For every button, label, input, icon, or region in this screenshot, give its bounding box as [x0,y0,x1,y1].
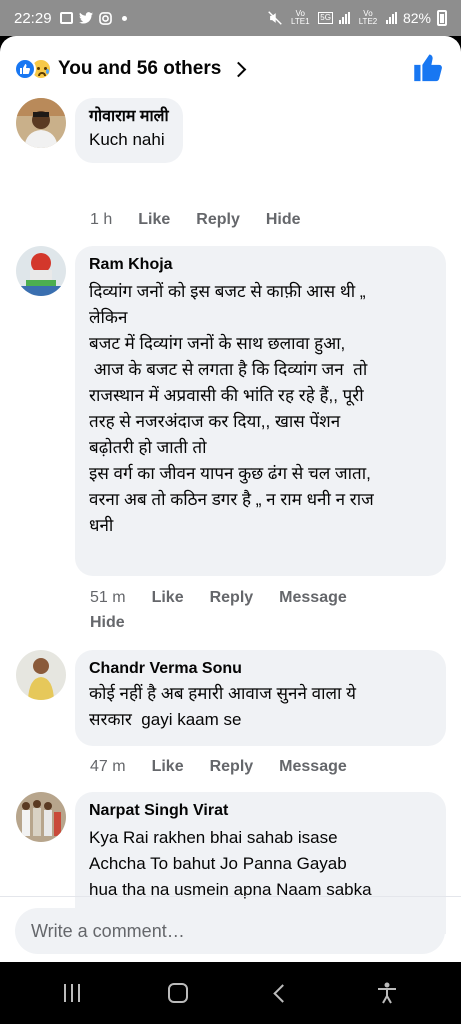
home-icon[interactable] [168,983,188,1003]
instagram-icon [98,11,112,25]
battery-icon [437,10,447,26]
signal-1-icon [338,12,350,24]
avatar[interactable] [16,650,66,700]
comment-author[interactable]: Narpat Singh Virat [89,801,432,821]
comment-actions: 1 h Like Reply Hide [90,211,301,229]
twitter-icon [78,12,93,24]
avatar[interactable] [16,98,66,148]
comment-text-line: इस वर्ग का जीवन यापन कुछ ढंग से चल जाता, [89,464,371,483]
comment-text-line: बजट में दिव्यांग जनों के साथ छलावा हुआ, [89,334,346,353]
comment-text-line: आज के बजट से लगता है कि दिव्यांग जन तो [89,360,368,379]
comment-text-line: वरना अब तो कठिन डगर है „ न राम धनी न राज [89,490,374,509]
comment-actions: 51 m Like Reply Message [90,589,347,607]
comment-text-line: लेकिन [89,308,128,327]
comment-text-line: धनी [89,516,114,535]
comment-text: Kuch nahi [89,130,165,149]
message-button[interactable]: Message [279,589,347,607]
avatar[interactable] [16,792,66,842]
like-button[interactable]: Like [138,211,170,229]
reply-button[interactable]: Reply [210,589,254,607]
like-button[interactable]: Like [152,589,184,607]
comment-time[interactable]: 51 m [90,589,126,607]
comment-text-line: बढ़ोतरी हो जाती तो [89,438,207,457]
mute-icon [268,11,283,25]
accessibility-icon[interactable] [377,982,397,1004]
status-bar: 22:29 Vo LTE1 5G Vo LTE2 82% [0,0,461,36]
reactions-summary[interactable]: You and 56 others [0,36,461,102]
comment-text-line: Kya Rai rakhen bhai sahab isase [89,828,338,847]
gallery-icon [59,12,73,24]
comment-text-line: hua tha na usmein apna Naam sabka [89,880,372,899]
comment-list[interactable]: गोवाराम माली Kuch nahi 1 h Like Reply Hi… [0,94,461,934]
network-1-label: Vo LTE1 [291,9,310,26]
comment-text-line: दिव्यांग जनों को इस बजट से काफ़ी आस थी „ [89,282,366,301]
back-icon[interactable] [273,983,292,1003]
comment-text-line: राजस्थान में अप्रवासी की भांति रह रहे है… [89,386,364,405]
avatar[interactable] [16,246,66,296]
comment-author[interactable]: Ram Khoja [89,255,432,275]
message-button[interactable]: Message [279,758,347,776]
reply-button[interactable]: Reply [196,211,240,229]
comment-text-line: तरह से नजरअंदाज कर दिया,, खास पेंशन [89,412,341,431]
composer-divider [0,896,461,897]
battery-percent: 82% [402,10,431,26]
network-type-label: 5G [318,12,333,24]
comment-time[interactable]: 1 h [90,211,112,229]
comment-author[interactable]: गोवाराम माली [89,107,169,127]
comment-input[interactable]: Write a comment… [15,908,445,954]
comment-bubble: Ram Khoja दिव्यांग जनों को इस बजट से काफ… [75,246,446,576]
recent-apps-icon[interactable] [64,984,80,1002]
network-2-label: Vo LTE2 [358,9,378,26]
comment-text-line: कोई नहीं है अब हमारी आवाज सुनने वाला ये [89,684,356,703]
like-button[interactable]: Like [152,758,184,776]
comments-sheet: You and 56 others गोवाराम माली Kuch nahi… [0,36,461,962]
comment-actions: 47 m Like Reply Message [90,758,347,776]
comment-text-line: Achcha To bahut Jo Panna Gayab [89,854,347,873]
comment-time[interactable]: 47 m [90,758,126,776]
reply-button[interactable]: Reply [210,758,254,776]
comment-bubble: Chandr Verma Sonu कोई नहीं है अब हमारी आ… [75,650,446,746]
status-time: 22:29 [14,9,52,27]
notification-dot-icon [121,15,127,21]
hide-button[interactable]: Hide [266,211,301,229]
comment-bubble: गोवाराम माली Kuch nahi [75,98,183,163]
comment-text-line: सरकार gayi kaam se [89,710,242,729]
hide-button[interactable]: Hide [90,614,125,632]
signal-2-icon [385,12,397,24]
system-nav-bar [0,962,461,1024]
comment-author[interactable]: Chandr Verma Sonu [89,659,432,679]
like-reaction-icon [14,58,36,80]
chevron-right-icon [231,61,247,77]
reactions-title: You and 56 others [58,58,222,79]
thumbs-up-icon[interactable] [413,53,443,83]
